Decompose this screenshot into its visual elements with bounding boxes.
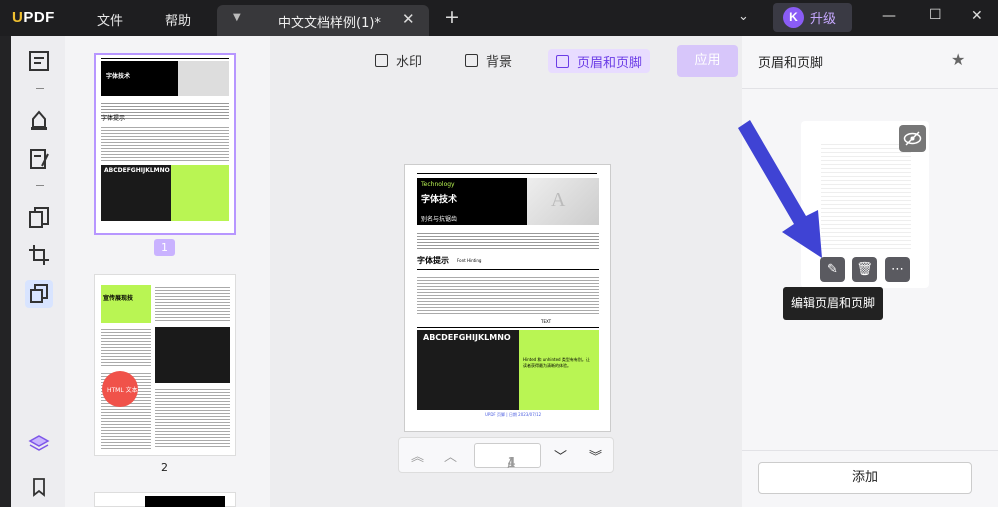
divider [36, 88, 44, 89]
app-window: UPDF 文件 帮助 ▼ 中文文档样例(1)* ✕ + ⌄ K 升级 — ☐ ✕ [0, 0, 998, 507]
thumbnail-panel: 字体技术 字体提示 ABCDEFGHIJKLMNO 1 宣传展现技 HTML 文… [65, 36, 270, 507]
thumb-title: 字体技术 [106, 73, 131, 80]
new-tab-button[interactable]: + [444, 6, 460, 28]
doc-banner-text: ABCDEFGHIJKLMNO [423, 333, 511, 342]
close-window-button[interactable]: ✕ [971, 8, 983, 24]
menu-file[interactable]: 文件 [97, 10, 123, 29]
doc-footer: UPDF 页脚 | 日期 2023/07/12 [485, 412, 542, 417]
watermark-tab[interactable]: 水印 [375, 46, 422, 74]
upgrade-button[interactable]: K 升级 [773, 3, 852, 32]
first-page-button[interactable]: ︽ [411, 446, 424, 465]
bookmark-icon[interactable] [28, 476, 50, 498]
divider [36, 185, 44, 186]
doc-section-tag: Font Hinting [457, 258, 482, 263]
page-tools-active[interactable] [25, 280, 53, 308]
tab-dropdown-icon[interactable]: ▼ [233, 12, 241, 23]
annotation-arrow [738, 120, 822, 258]
page-navigator: ︽ ︿ 1 / 4 ﹀ ︾ [398, 437, 614, 473]
doc-title: 字体技术 [421, 195, 458, 205]
chevron-down-icon[interactable]: ⌄ [738, 9, 749, 24]
header-footer-icon [556, 54, 569, 68]
edit-tooltip: 编辑页眉和页脚 [783, 287, 883, 320]
more-options-button[interactable]: ⋯ [885, 257, 910, 282]
doc-section-title: 字体提示 [417, 256, 449, 265]
next-page-button[interactable]: ﹀ [554, 446, 567, 465]
thumb-section: 字体提示 [101, 115, 126, 122]
delete-button[interactable]: 🗑 [852, 257, 877, 282]
page-number-badge: 1 [154, 239, 175, 256]
upgrade-label: 升级 [810, 12, 837, 27]
tab-close-button[interactable]: ✕ [402, 10, 415, 28]
more-icon: ⋯ [891, 262, 904, 277]
title-bar: UPDF 文件 帮助 ▼ 中文文档样例(1)* ✕ + ⌄ K 升级 — ☐ ✕ [0, 0, 998, 36]
prev-page-button[interactable]: ︿ [444, 446, 457, 465]
app-logo: UPDF [12, 9, 55, 26]
crop-icon[interactable] [28, 244, 50, 266]
layers-icon[interactable] [28, 433, 50, 455]
background-tab[interactable]: 背景 [465, 46, 512, 74]
doc-subtitle: 别名与抗锯齿 [421, 216, 458, 223]
edit-text-icon[interactable] [28, 148, 50, 170]
panel-title: 页眉和页脚 [758, 56, 824, 71]
thumbnail-page-2[interactable]: 宣传展现技 HTML 文本 [94, 274, 236, 456]
background-icon [465, 53, 478, 67]
page-input[interactable]: 1 / 4 [474, 443, 541, 471]
left-toolbar [11, 36, 65, 507]
avatar: K [783, 7, 804, 28]
hide-eye-icon[interactable] [903, 129, 922, 148]
tab-title: 中文文档样例(1)* [278, 16, 381, 31]
page-number-label: 2 [161, 461, 168, 474]
reader-icon[interactable] [28, 50, 50, 72]
last-page-button[interactable]: ︾ [589, 446, 602, 465]
star-icon[interactable]: ★ [951, 50, 965, 69]
minimize-button[interactable]: — [882, 8, 896, 24]
doc-text-label: TEXT [541, 319, 552, 324]
thumb-banner: ABCDEFGHIJKLMNO [104, 167, 170, 174]
thumb2-title: 宣传展现技 [103, 295, 134, 302]
apply-button[interactable]: 应用 [677, 45, 738, 77]
thumbnail-page-3[interactable] [94, 492, 236, 507]
maximize-button[interactable]: ☐ [929, 7, 942, 23]
menu-help[interactable]: 帮助 [165, 10, 191, 29]
doc-green-text: Hinted 和 unhinted 类型有有别。让读者获得最为清晰的体验。 [523, 357, 590, 368]
comment-icon[interactable] [28, 109, 50, 131]
trash-icon: 🗑 [856, 262, 873, 277]
thumbnail-page-1[interactable]: 字体技术 字体提示 ABCDEFGHIJKLMNO [94, 53, 236, 235]
header-footer-tab[interactable]: 页眉和页脚 [548, 49, 651, 73]
organize-pages-icon[interactable] [28, 206, 50, 228]
page-tools-icon [30, 284, 48, 303]
watermark-icon [375, 53, 388, 67]
thumb2-html-label: HTML 文本 [107, 387, 138, 394]
document-tab[interactable]: ▼ 中文文档样例(1)* ✕ [217, 5, 429, 36]
document-page: Technology 字体技术 别名与抗锯齿 A 字体提示 Font Hinti… [404, 164, 611, 432]
letter-a-image: A [551, 189, 566, 211]
doc-kicker: Technology [421, 181, 455, 188]
add-button[interactable]: 添加 [758, 462, 972, 494]
